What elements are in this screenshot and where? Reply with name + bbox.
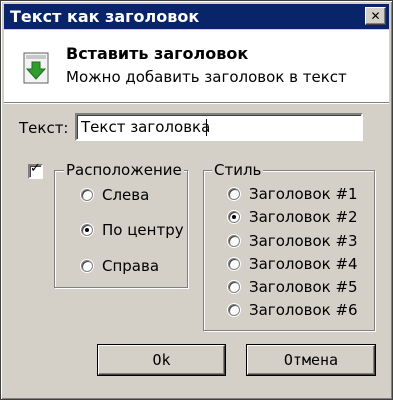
insert-heading-icon [23, 52, 49, 84]
dialog-window: Текст как заголовок ✕ Вставить заголовок… [0, 0, 393, 400]
style-option-label: Заголовок #6 [249, 301, 358, 319]
style-option-2[interactable]: Заголовок #2 [228, 208, 358, 226]
close-button[interactable]: ✕ [365, 7, 386, 25]
radio-button[interactable] [228, 258, 240, 270]
position-enable-checkbox[interactable]: ✓ [28, 161, 43, 179]
position-option-label: Справа [102, 257, 160, 275]
text-field-label: Текст: [19, 119, 69, 137]
style-option-label: Заголовок #3 [249, 232, 358, 250]
style-option-label: Заголовок #2 [249, 208, 358, 226]
close-icon: ✕ [370, 9, 381, 23]
header-title: Вставить заголовок [66, 44, 249, 63]
style-option-4[interactable]: Заголовок #4 [228, 255, 358, 273]
style-option-label: Заголовок #5 [249, 278, 358, 296]
header-divider [4, 103, 389, 104]
radio-button[interactable] [81, 260, 93, 272]
style-option-label: Заголовок #1 [249, 185, 358, 203]
position-option-right[interactable]: Справа [81, 257, 159, 275]
ok-button[interactable]: Ok [98, 345, 225, 375]
position-group-label: Расположение [64, 161, 184, 179]
radio-button[interactable] [81, 189, 93, 201]
radio-button[interactable] [81, 224, 93, 236]
style-group-label: Стиль [212, 161, 264, 179]
style-option-6[interactable]: Заголовок #6 [228, 301, 358, 319]
style-option-5[interactable]: Заголовок #5 [228, 278, 358, 296]
title-bar[interactable]: Текст как заголовок ✕ [4, 4, 389, 29]
dialog-header: Вставить заголовок Можно добавить заголо… [4, 30, 389, 103]
heading-text-input[interactable] [75, 113, 363, 141]
style-option-1[interactable]: Заголовок #1 [228, 185, 358, 203]
text-caret [206, 119, 207, 136]
radio-button[interactable] [228, 188, 240, 200]
window-title: Текст как заголовок [10, 7, 200, 26]
style-option-3[interactable]: Заголовок #3 [228, 232, 358, 250]
cancel-button[interactable]: Отмена [247, 345, 375, 375]
radio-button[interactable] [228, 304, 240, 316]
check-mark-icon: ✓ [30, 161, 41, 176]
position-option-label: По центру [102, 221, 184, 239]
style-option-label: Заголовок #4 [249, 255, 358, 273]
position-option-label: Слева [102, 186, 150, 204]
radio-button[interactable] [228, 281, 240, 293]
radio-button[interactable] [228, 211, 240, 223]
position-option-left[interactable]: Слева [81, 186, 149, 204]
header-subtitle: Можно добавить заголовок в текст [66, 68, 347, 86]
position-option-center[interactable]: По центру [81, 221, 184, 239]
radio-button[interactable] [228, 235, 240, 247]
